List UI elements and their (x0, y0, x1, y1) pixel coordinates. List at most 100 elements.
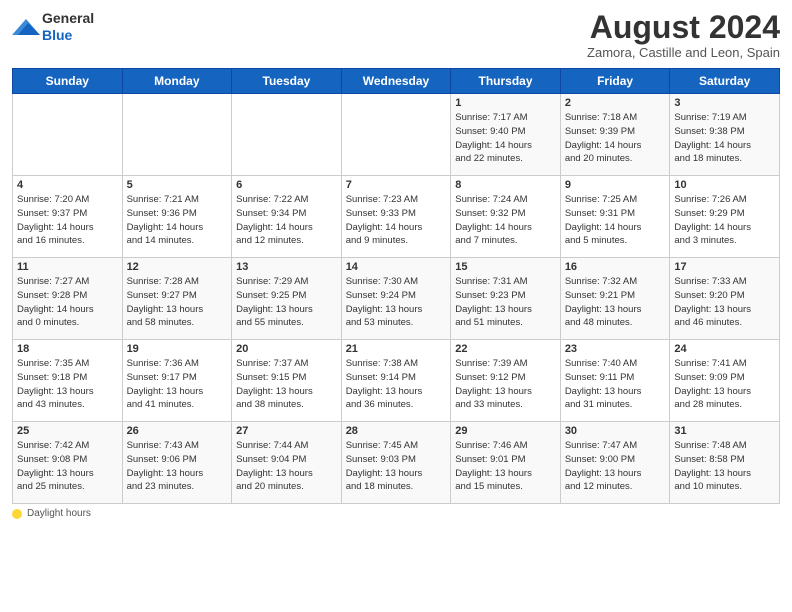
calendar-cell: 22 Sunrise: 7:39 AM Sunset: 9:12 PM Dayli… (451, 340, 561, 422)
day-info: Sunrise: 7:32 AM Sunset: 9:21 PM Dayligh… (565, 275, 666, 330)
day-header-wednesday: Wednesday (341, 69, 451, 94)
day-info: Sunrise: 7:19 AM Sunset: 9:38 PM Dayligh… (674, 111, 775, 166)
calendar-cell: 12Sunrise: 7:28 AM Sunset: 9:27 PM Dayli… (122, 258, 232, 340)
day-number: 18 (17, 343, 118, 355)
week-row-4: 18 Sunrise: 7:35 AM Sunset: 9:18 PM Dayli… (13, 340, 780, 422)
day-info: Sunrise: 7:41 AM Sunset: 9:09 PM Dayligh… (674, 357, 775, 412)
day-number: 28 (346, 425, 447, 437)
calendar-cell: 30Sunrise: 7:47 AM Sunset: 9:00 PM Dayli… (560, 422, 670, 504)
day-info: Sunrise: 7:44 AM Sunset: 9:04 PM Dayligh… (236, 439, 337, 494)
day-number: 11 (17, 261, 118, 273)
calendar-cell: 29Sunrise: 7:46 AM Sunset: 9:01 PM Dayli… (451, 422, 561, 504)
day-header-row: SundayMondayTuesdayWednesdayThursdayFrid… (13, 69, 780, 94)
day-number: 31 (674, 425, 775, 437)
calendar-cell: 16 Sunrise: 7:32 AM Sunset: 9:21 PM Dayli… (560, 258, 670, 340)
day-info: Sunrise: 7:26 AM Sunset: 9:29 PM Dayligh… (674, 193, 775, 248)
week-row-2: 4Sunrise: 7:20 AM Sunset: 9:37 PM Daylig… (13, 176, 780, 258)
day-number: 4 (17, 179, 118, 191)
week-row-1: 1Sunrise: 7:17 AM Sunset: 9:40 PM Daylig… (13, 94, 780, 176)
day-number: 22 (455, 343, 556, 355)
day-number: 13 (236, 261, 337, 273)
daylight-legend: Daylight hours (12, 508, 91, 519)
calendar-header: SundayMondayTuesdayWednesdayThursdayFrid… (13, 69, 780, 94)
calendar-cell: 23Sunrise: 7:40 AM Sunset: 9:11 PM Dayli… (560, 340, 670, 422)
calendar-cell (13, 94, 123, 176)
calendar-cell: 1Sunrise: 7:17 AM Sunset: 9:40 PM Daylig… (451, 94, 561, 176)
day-info: Sunrise: 7:31 AM Sunset: 9:23 PM Dayligh… (455, 275, 556, 330)
day-number: 15 (455, 261, 556, 273)
day-info: Sunrise: 7:30 AM Sunset: 9:24 PM Dayligh… (346, 275, 447, 330)
day-header-friday: Friday (560, 69, 670, 94)
calendar-cell (232, 94, 342, 176)
calendar-cell: 10 Sunrise: 7:26 AM Sunset: 9:29 PM Dayli… (670, 176, 780, 258)
calendar-cell: 27 Sunrise: 7:44 AM Sunset: 9:04 PM Dayli… (232, 422, 342, 504)
calendar-cell: 11 Sunrise: 7:27 AM Sunset: 9:28 PM Dayli… (13, 258, 123, 340)
day-info: Sunrise: 7:29 AM Sunset: 9:25 PM Dayligh… (236, 275, 337, 330)
logo-blue: Blue (42, 27, 94, 44)
day-header-saturday: Saturday (670, 69, 780, 94)
day-number: 16 (565, 261, 666, 273)
daylight-label: Daylight hours (27, 508, 91, 519)
day-header-tuesday: Tuesday (232, 69, 342, 94)
page-header: General Blue August 2024 Zamora, Castill… (12, 10, 780, 60)
calendar-cell: 17 Sunrise: 7:33 AM Sunset: 9:20 PM Dayli… (670, 258, 780, 340)
calendar-cell: 21Sunrise: 7:38 AM Sunset: 9:14 PM Dayli… (341, 340, 451, 422)
day-info: Sunrise: 7:47 AM Sunset: 9:00 PM Dayligh… (565, 439, 666, 494)
day-number: 5 (127, 179, 228, 191)
calendar-body: 1Sunrise: 7:17 AM Sunset: 9:40 PM Daylig… (13, 94, 780, 504)
calendar-cell: 6Sunrise: 7:22 AM Sunset: 9:34 PM Daylig… (232, 176, 342, 258)
calendar-cell: 28 Sunrise: 7:45 AM Sunset: 9:03 PM Dayli… (341, 422, 451, 504)
day-number: 9 (565, 179, 666, 191)
day-number: 17 (674, 261, 775, 273)
day-number: 19 (127, 343, 228, 355)
calendar-cell: 4Sunrise: 7:20 AM Sunset: 9:37 PM Daylig… (13, 176, 123, 258)
logo-icon (12, 15, 40, 39)
week-row-3: 11 Sunrise: 7:27 AM Sunset: 9:28 PM Dayli… (13, 258, 780, 340)
day-info: Sunrise: 7:23 AM Sunset: 9:33 PM Dayligh… (346, 193, 447, 248)
calendar-cell: 13 Sunrise: 7:29 AM Sunset: 9:25 PM Dayli… (232, 258, 342, 340)
day-info: Sunrise: 7:38 AM Sunset: 9:14 PM Dayligh… (346, 357, 447, 412)
day-info: Sunrise: 7:18 AM Sunset: 9:39 PM Dayligh… (565, 111, 666, 166)
day-info: Sunrise: 7:42 AM Sunset: 9:08 PM Dayligh… (17, 439, 118, 494)
calendar-table: SundayMondayTuesdayWednesdayThursdayFrid… (12, 68, 780, 504)
calendar-cell: 15 Sunrise: 7:31 AM Sunset: 9:23 PM Dayli… (451, 258, 561, 340)
day-info: Sunrise: 7:25 AM Sunset: 9:31 PM Dayligh… (565, 193, 666, 248)
logo: General Blue (12, 10, 94, 44)
daylight-dot (12, 509, 22, 519)
location-subtitle: Zamora, Castille and Leon, Spain (587, 45, 780, 60)
calendar-cell: 8 Sunrise: 7:24 AM Sunset: 9:32 PM Daylig… (451, 176, 561, 258)
calendar-cell: 24 Sunrise: 7:41 AM Sunset: 9:09 PM Dayli… (670, 340, 780, 422)
calendar-cell: 31Sunrise: 7:48 AM Sunset: 8:58 PM Dayli… (670, 422, 780, 504)
day-number: 26 (127, 425, 228, 437)
day-number: 7 (346, 179, 447, 191)
day-number: 3 (674, 97, 775, 109)
day-number: 20 (236, 343, 337, 355)
month-title: August 2024 (587, 10, 780, 45)
day-info: Sunrise: 7:33 AM Sunset: 9:20 PM Dayligh… (674, 275, 775, 330)
day-info: Sunrise: 7:40 AM Sunset: 9:11 PM Dayligh… (565, 357, 666, 412)
day-info: Sunrise: 7:24 AM Sunset: 9:32 PM Dayligh… (455, 193, 556, 248)
day-info: Sunrise: 7:39 AM Sunset: 9:12 PM Dayligh… (455, 357, 556, 412)
calendar-cell: 14Sunrise: 7:30 AM Sunset: 9:24 PM Dayli… (341, 258, 451, 340)
logo-general: General (42, 10, 94, 27)
day-number: 1 (455, 97, 556, 109)
day-number: 10 (674, 179, 775, 191)
week-row-5: 25 Sunrise: 7:42 AM Sunset: 9:08 PM Dayli… (13, 422, 780, 504)
day-number: 24 (674, 343, 775, 355)
day-number: 27 (236, 425, 337, 437)
day-info: Sunrise: 7:28 AM Sunset: 9:27 PM Dayligh… (127, 275, 228, 330)
calendar-cell: 5 Sunrise: 7:21 AM Sunset: 9:36 PM Daylig… (122, 176, 232, 258)
day-info: Sunrise: 7:35 AM Sunset: 9:18 PM Dayligh… (17, 357, 118, 412)
day-number: 8 (455, 179, 556, 191)
calendar-cell: 2Sunrise: 7:18 AM Sunset: 9:39 PM Daylig… (560, 94, 670, 176)
calendar-cell (122, 94, 232, 176)
day-number: 29 (455, 425, 556, 437)
calendar-cell: 19Sunrise: 7:36 AM Sunset: 9:17 PM Dayli… (122, 340, 232, 422)
day-info: Sunrise: 7:27 AM Sunset: 9:28 PM Dayligh… (17, 275, 118, 330)
day-info: Sunrise: 7:45 AM Sunset: 9:03 PM Dayligh… (346, 439, 447, 494)
day-header-monday: Monday (122, 69, 232, 94)
day-info: Sunrise: 7:43 AM Sunset: 9:06 PM Dayligh… (127, 439, 228, 494)
calendar-cell (341, 94, 451, 176)
day-number: 25 (17, 425, 118, 437)
day-info: Sunrise: 7:21 AM Sunset: 9:36 PM Dayligh… (127, 193, 228, 248)
